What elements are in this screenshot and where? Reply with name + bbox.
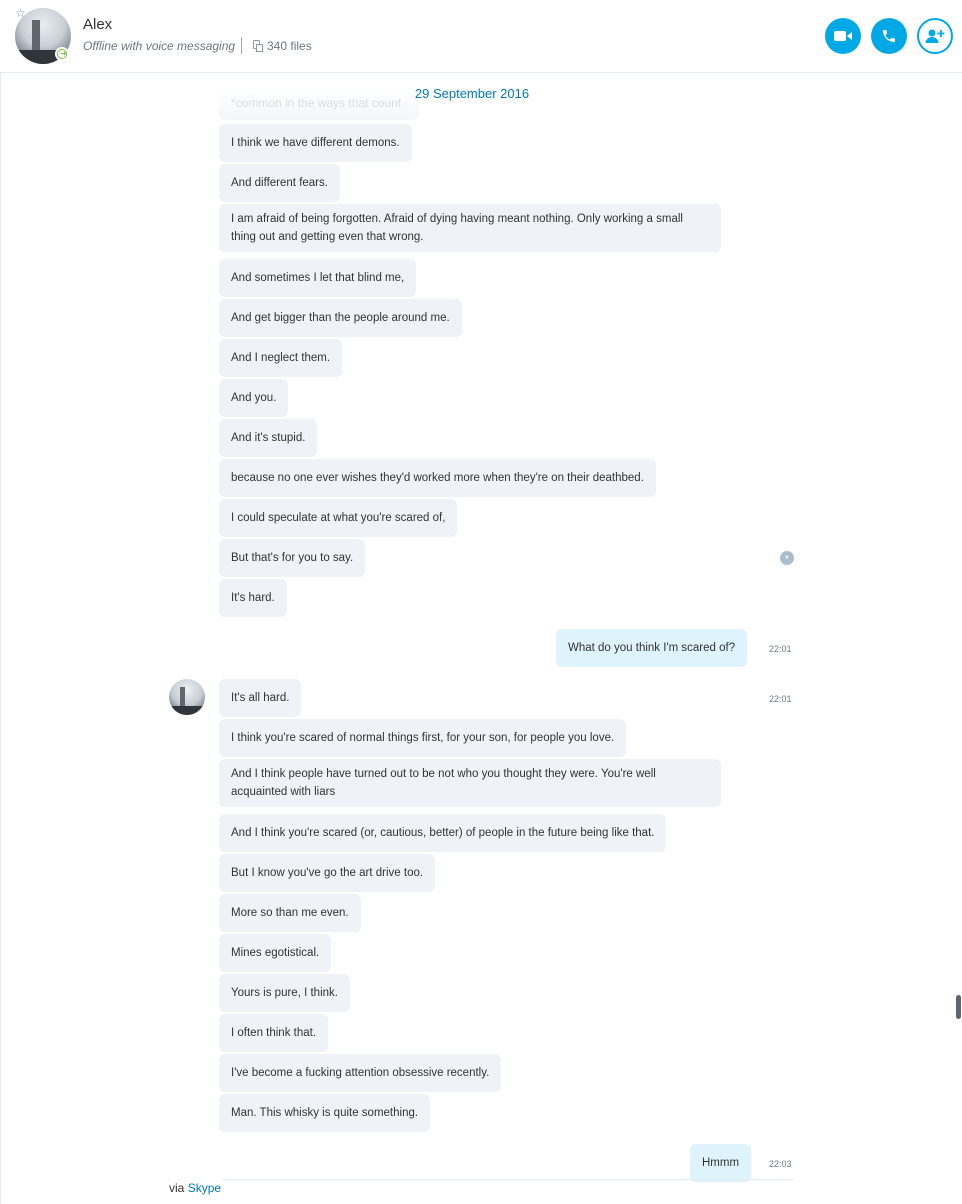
message-bubble[interactable]: I think you're scared of normal things f… bbox=[219, 719, 627, 757]
message-bubble[interactable]: And different fears. bbox=[219, 164, 340, 202]
via-skype-text: via Skype bbox=[169, 1181, 221, 1195]
scroll-to-latest-button[interactable]: ▼ bbox=[780, 551, 794, 565]
audio-call-button[interactable] bbox=[871, 18, 907, 54]
message-bubble[interactable]: It's hard. bbox=[219, 579, 287, 617]
message-bubble[interactable]: And get bigger than the people around me… bbox=[219, 299, 462, 337]
faded-message-bubble: *common in the ways that count bbox=[219, 86, 419, 120]
video-camera-icon bbox=[834, 31, 852, 41]
message-bubble[interactable]: I am afraid of being forgotten. Afraid o… bbox=[219, 204, 721, 252]
message-bubble[interactable]: I think we have different demons. bbox=[219, 124, 412, 162]
message-bubble[interactable]: And sometimes I let that blind me, bbox=[219, 259, 417, 297]
message-bubble[interactable]: And I neglect them. bbox=[219, 339, 343, 377]
date-divider: 29 September 2016 bbox=[414, 86, 530, 101]
message-bubble[interactable]: I often think that. bbox=[219, 1014, 329, 1052]
video-call-button[interactable] bbox=[825, 18, 861, 54]
composer-divider bbox=[222, 1179, 794, 1180]
contact-name[interactable]: Alex bbox=[83, 16, 112, 33]
message-bubble[interactable]: But I know you've go the art drive too. bbox=[219, 854, 436, 892]
message-bubble[interactable]: because no one ever wishes they'd worked… bbox=[219, 459, 656, 497]
skype-link[interactable]: Skype bbox=[188, 1181, 221, 1195]
faded-message-text: *common in the ways that count bbox=[231, 96, 402, 110]
message-bubble[interactable]: More so than me even. bbox=[219, 894, 361, 932]
presence-indicator-icon: ➜ bbox=[55, 47, 69, 61]
message-bubble[interactable]: But that's for you to say. bbox=[219, 539, 366, 577]
status-divider bbox=[241, 37, 242, 54]
files-count-link[interactable]: 340 files bbox=[267, 39, 312, 53]
message-timestamp: 22:03 bbox=[769, 1159, 792, 1169]
chevron-down-icon: ▼ bbox=[784, 555, 790, 561]
files-icon[interactable] bbox=[253, 40, 263, 52]
message-timestamp: 22:01 bbox=[769, 694, 792, 704]
outgoing-message-bubble[interactable]: What do you think I'm scared of? bbox=[556, 629, 748, 667]
conversation-header: ☆ ➜ Alex Offline with voice messaging 34… bbox=[0, 0, 962, 73]
sender-avatar[interactable] bbox=[169, 679, 205, 715]
message-bubble[interactable]: And I think you're scared (or, cautious,… bbox=[219, 814, 667, 852]
via-prefix: via bbox=[169, 1181, 185, 1195]
phone-icon bbox=[883, 30, 895, 42]
message-bubble[interactable]: And you. bbox=[219, 379, 289, 417]
outgoing-message-bubble[interactable]: Hmmm bbox=[690, 1144, 752, 1182]
message-bubble[interactable]: I could speculate at what you're scared … bbox=[219, 499, 458, 537]
message-bubble[interactable]: And I think people have turned out to be… bbox=[219, 759, 721, 807]
message-bubble[interactable]: I've become a fucking attention obsessiv… bbox=[219, 1054, 502, 1092]
message-timestamp: 22:01 bbox=[769, 644, 792, 654]
message-bubble[interactable]: It's all hard. bbox=[219, 679, 302, 717]
scrollbar-thumb[interactable] bbox=[956, 995, 961, 1019]
contact-status: Offline with voice messaging bbox=[83, 39, 236, 53]
left-border bbox=[0, 73, 1, 1204]
message-bubble[interactable]: Yours is pure, I think. bbox=[219, 974, 350, 1012]
message-bubble[interactable]: Mines egotistical. bbox=[219, 934, 332, 972]
favorite-star-icon[interactable]: ☆ bbox=[15, 7, 26, 19]
add-person-icon bbox=[925, 29, 945, 43]
add-people-button[interactable] bbox=[917, 18, 953, 54]
message-bubble[interactable]: And it's stupid. bbox=[219, 419, 318, 457]
message-bubble[interactable]: Man. This whisky is quite something. bbox=[219, 1094, 431, 1132]
